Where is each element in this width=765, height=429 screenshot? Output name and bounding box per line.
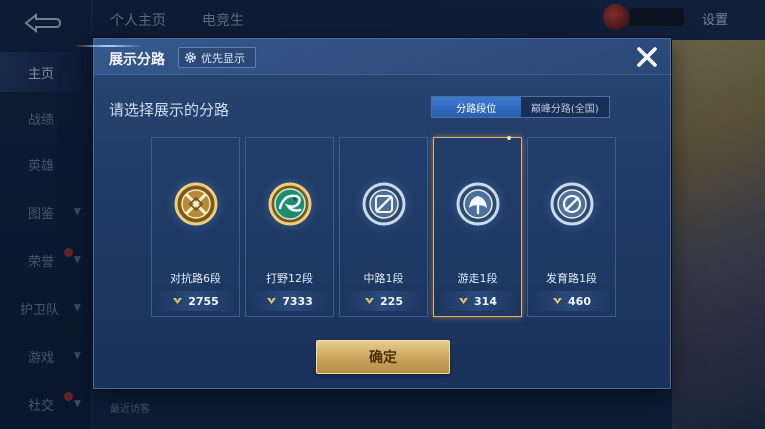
route-card-mid[interactable]: 中路1段 225 xyxy=(339,137,428,317)
route-score-value: 460 xyxy=(568,294,591,308)
jade-dragon-rank-icon xyxy=(268,182,312,226)
route-score: 7333 xyxy=(250,291,329,311)
dialog-subtitle: 请选择展示的分路 xyxy=(109,101,230,119)
route-card-jungle[interactable]: 打野12段 7333 xyxy=(245,137,334,317)
close-icon[interactable] xyxy=(634,44,660,70)
route-rank-label: 打野12段 xyxy=(266,272,313,285)
route-score: 2755 xyxy=(156,291,235,311)
route-score-value: 7333 xyxy=(282,294,313,308)
silver-staff-rank-icon xyxy=(362,182,406,226)
score-icon xyxy=(365,298,375,304)
gold-sword-rank-icon xyxy=(174,182,218,226)
route-card-farm[interactable]: 发育路1段 460 xyxy=(527,137,616,317)
route-score-value: 225 xyxy=(380,294,403,308)
route-card-top[interactable]: 对抗路6段 2755 xyxy=(151,137,240,317)
route-rank-label: 游走1段 xyxy=(457,272,498,285)
route-score-value: 2755 xyxy=(188,294,219,308)
segment-route-rank[interactable]: 分路段位 xyxy=(432,97,521,117)
score-icon xyxy=(267,298,277,304)
silver-eye-rank-icon xyxy=(550,182,594,226)
score-icon xyxy=(553,298,563,304)
header-glow xyxy=(74,45,144,47)
route-score: 314 xyxy=(438,291,517,311)
priority-display-button[interactable]: 优先显示 xyxy=(178,47,256,68)
silver-wings-rank-icon xyxy=(456,182,500,226)
route-score: 460 xyxy=(532,291,611,311)
route-card-roam[interactable]: 游走1段 314 xyxy=(433,136,522,317)
dialog-header: 展示分路 优先显示 xyxy=(74,39,672,75)
route-rank-label: 中路1段 xyxy=(363,272,404,285)
route-rank-label: 发育路1段 xyxy=(546,272,597,285)
confirm-button[interactable]: 确定 xyxy=(316,340,450,374)
score-icon xyxy=(173,298,183,304)
gear-icon xyxy=(185,52,196,63)
route-type-toggle: 分路段位 巅峰分路(全国) xyxy=(431,96,610,118)
dialog-title: 展示分路 xyxy=(109,52,165,68)
segment-peak-route[interactable]: 巅峰分路(全国) xyxy=(521,97,610,117)
selection-corner-dot xyxy=(507,136,511,140)
route-display-dialog: 展示分路 优先显示 请选择展示的分路 分路段位 巅峰分路(全国) 对抗路6段 2… xyxy=(74,38,672,389)
score-icon xyxy=(459,298,469,304)
priority-display-label: 优先显示 xyxy=(201,51,245,65)
route-score-value: 314 xyxy=(474,294,497,308)
route-rank-label: 对抗路6段 xyxy=(170,272,221,285)
route-score: 225 xyxy=(344,291,423,311)
